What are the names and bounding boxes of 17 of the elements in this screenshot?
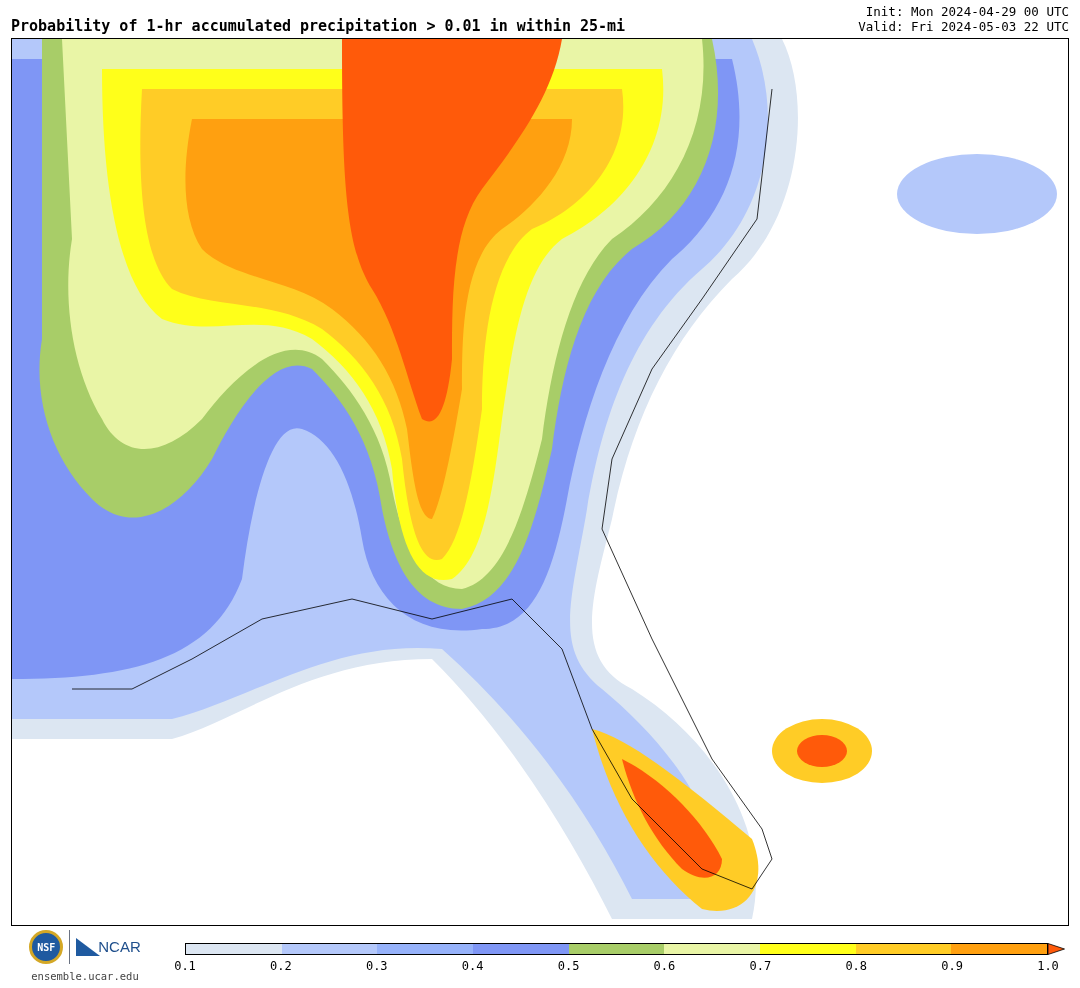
nsf-logo: NSF <box>29 930 64 964</box>
tick-label: 0.1 <box>174 958 196 975</box>
tick-label: 0.4 <box>461 958 484 975</box>
tick-label: 0.5 <box>557 958 580 975</box>
tick-label: 0.7 <box>749 958 772 975</box>
ncar-logo: NCAR <box>98 936 141 957</box>
tick-label: 0.9 <box>941 958 963 975</box>
plot-title: Probability of 1-hr accumulated precipitation > 0.01 in within 25-mi <box>11 19 626 34</box>
tick-label: 0.8 <box>845 958 868 975</box>
tick-label: 1.0 <box>1037 958 1059 975</box>
tick-label: 0.2 <box>270 958 292 975</box>
init-time: Init: Mon 2024-04-29 00 UTC <box>865 4 1069 19</box>
tick-label: 0.6 <box>653 958 676 975</box>
valid-time: Valid: Fri 2024-05-03 22 UTC <box>858 19 1069 34</box>
site-url: ensemble.ucar.edu <box>31 969 139 984</box>
tick-label: 0.3 <box>365 958 388 975</box>
triangle-logo-icon <box>76 938 101 956</box>
